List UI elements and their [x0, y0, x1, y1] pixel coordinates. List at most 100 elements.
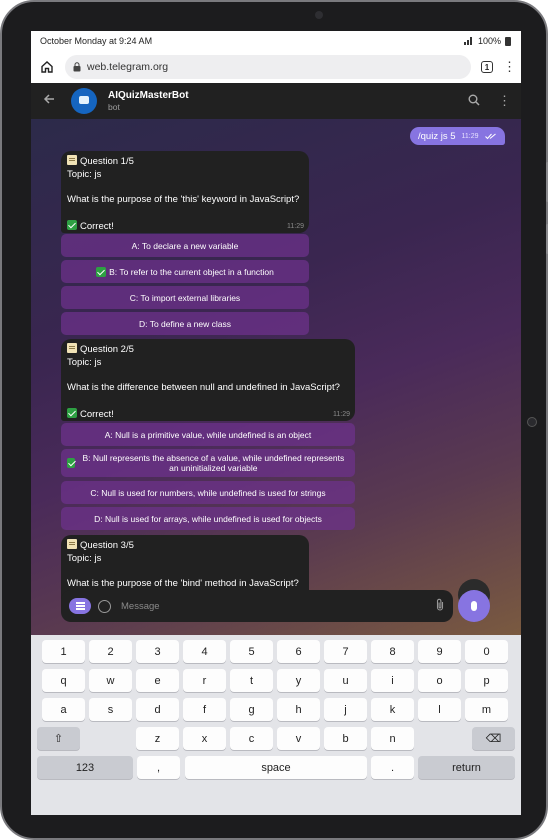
status-bar: October Monday at 9:24 AM 100%: [31, 31, 521, 51]
key-o[interactable]: o: [418, 669, 461, 692]
answer-option-c[interactable]: C: Null is used for numbers, while undef…: [61, 481, 355, 504]
key-e[interactable]: e: [136, 669, 179, 692]
key-m[interactable]: m: [465, 698, 508, 721]
comma-key[interactable]: ,: [137, 756, 180, 779]
key-h[interactable]: h: [277, 698, 320, 721]
on-screen-keyboard: 1 2 3 4 5 6 7 8 9 0 q w e r t y u i o p a s d f g h j k l m ⇧ z x c v b n ⌫ 12…: [31, 635, 521, 815]
question-topic: Topic: js: [67, 552, 102, 564]
key-b[interactable]: b: [324, 727, 367, 750]
answer-option-c[interactable]: C: To import external libraries: [61, 286, 309, 309]
signal-icon: [463, 37, 474, 45]
answer-label: D: To define a new class: [139, 318, 231, 329]
home-icon[interactable]: [39, 59, 55, 75]
key-3[interactable]: 3: [136, 640, 179, 663]
attach-icon[interactable]: [435, 598, 445, 614]
key-6[interactable]: 6: [277, 640, 320, 663]
chat-header: AIQuizMasterBot bot ⋮: [31, 83, 521, 119]
answer-option-d[interactable]: D: To define a new class: [61, 312, 309, 335]
search-icon[interactable]: [468, 94, 480, 109]
status-datetime: October Monday at 9:24 AM: [40, 36, 153, 46]
bot-menu-button[interactable]: [69, 598, 91, 614]
answer-option-a[interactable]: A: To declare a new variable: [61, 234, 309, 257]
back-arrow-icon[interactable]: [43, 92, 59, 110]
key-d[interactable]: d: [136, 698, 179, 721]
question-result: Correct!: [80, 220, 114, 232]
key-p[interactable]: p: [465, 669, 508, 692]
question-text: What is the purpose of the 'this' keywor…: [67, 194, 300, 205]
return-key[interactable]: return: [418, 756, 515, 779]
key-0[interactable]: 0: [465, 640, 508, 663]
key-9[interactable]: 9: [418, 640, 461, 663]
key-z[interactable]: z: [136, 727, 179, 750]
answer-label: B: To refer to the current object in a f…: [109, 266, 274, 277]
key-l[interactable]: l: [418, 698, 461, 721]
chat-area[interactable]: /quiz js 5 11:29 Question 1/5 Topic: js …: [31, 119, 521, 635]
chat-title[interactable]: AIQuizMasterBot: [108, 90, 450, 101]
message-input[interactable]: Message: [121, 601, 435, 612]
bot-avatar[interactable]: [71, 88, 97, 114]
key-7[interactable]: 7: [324, 640, 367, 663]
check-mark-icon: [67, 407, 77, 418]
lock-icon: [73, 62, 81, 72]
key-g[interactable]: g: [230, 698, 273, 721]
emoji-icon[interactable]: [98, 599, 111, 613]
message-composer[interactable]: Message: [61, 590, 453, 622]
key-8[interactable]: 8: [371, 640, 414, 663]
key-4[interactable]: 4: [183, 640, 226, 663]
address-bar[interactable]: web.telegram.org: [65, 55, 471, 79]
message-time: 11:29: [287, 223, 304, 230]
key-2[interactable]: 2: [89, 640, 132, 663]
key-t[interactable]: t: [230, 669, 273, 692]
answer-option-b[interactable]: B: To refer to the current object in a f…: [61, 260, 309, 283]
space-key[interactable]: space: [185, 756, 367, 779]
answer-option-b[interactable]: B: Null represents the absence of a valu…: [61, 449, 355, 477]
url-text: web.telegram.org: [87, 61, 169, 73]
tab-switcher-button[interactable]: 1: [481, 61, 493, 73]
numbers-key[interactable]: 123: [37, 756, 133, 779]
screen: October Monday at 9:24 AM 100% web.teleg…: [31, 31, 521, 815]
key-u[interactable]: u: [324, 669, 367, 692]
key-1[interactable]: 1: [42, 640, 85, 663]
voice-record-button[interactable]: [458, 590, 490, 622]
period-key[interactable]: .: [371, 756, 414, 779]
battery-percent: 100%: [477, 36, 501, 46]
question-text: What is the purpose of the 'bind' method…: [67, 578, 299, 589]
shift-key[interactable]: ⇧: [37, 727, 80, 750]
answer-label: C: Null is used for numbers, while undef…: [90, 487, 326, 498]
outgoing-message[interactable]: /quiz js 5 11:29: [410, 127, 505, 145]
key-x[interactable]: x: [183, 727, 226, 750]
key-a[interactable]: a: [42, 698, 85, 721]
outgoing-text: /quiz js 5: [418, 130, 456, 142]
browser-menu-icon[interactable]: ⋮: [503, 60, 516, 73]
question-result: Correct!: [80, 408, 114, 420]
check-mark-icon: [67, 458, 75, 468]
chat-menu-icon[interactable]: ⋮: [498, 93, 511, 109]
answer-label: B: Null represents the absence of a valu…: [82, 453, 345, 473]
key-q[interactable]: q: [42, 669, 85, 692]
key-r[interactable]: r: [183, 669, 226, 692]
key-v[interactable]: v: [277, 727, 320, 750]
key-f[interactable]: f: [183, 698, 226, 721]
memo-icon: [67, 155, 77, 165]
answer-label: A: To declare a new variable: [131, 240, 239, 251]
chat-subtitle: bot: [108, 102, 120, 112]
key-c[interactable]: c: [230, 727, 273, 750]
key-k[interactable]: k: [371, 698, 414, 721]
backspace-key[interactable]: ⌫: [472, 727, 515, 750]
menu-icon: [75, 605, 85, 607]
key-w[interactable]: w: [89, 669, 132, 692]
check-mark-icon: [96, 266, 107, 277]
key-s[interactable]: s: [89, 698, 132, 721]
quiz-message[interactable]: Question 1/5 Topic: js What is the purpo…: [61, 151, 309, 233]
answer-option-a[interactable]: A: Null is a primitive value, while unde…: [61, 423, 355, 446]
message-time: 11:29: [333, 411, 350, 418]
key-y[interactable]: y: [277, 669, 320, 692]
answer-option-d[interactable]: D: Null is used for arrays, while undefi…: [61, 507, 355, 530]
key-j[interactable]: j: [324, 698, 367, 721]
key-n[interactable]: n: [371, 727, 414, 750]
key-5[interactable]: 5: [230, 640, 273, 663]
outgoing-time: 11:29: [461, 132, 479, 140]
memo-icon: [67, 343, 77, 353]
quiz-message[interactable]: Question 2/5 Topic: js What is the diffe…: [61, 339, 355, 421]
key-i[interactable]: i: [371, 669, 414, 692]
